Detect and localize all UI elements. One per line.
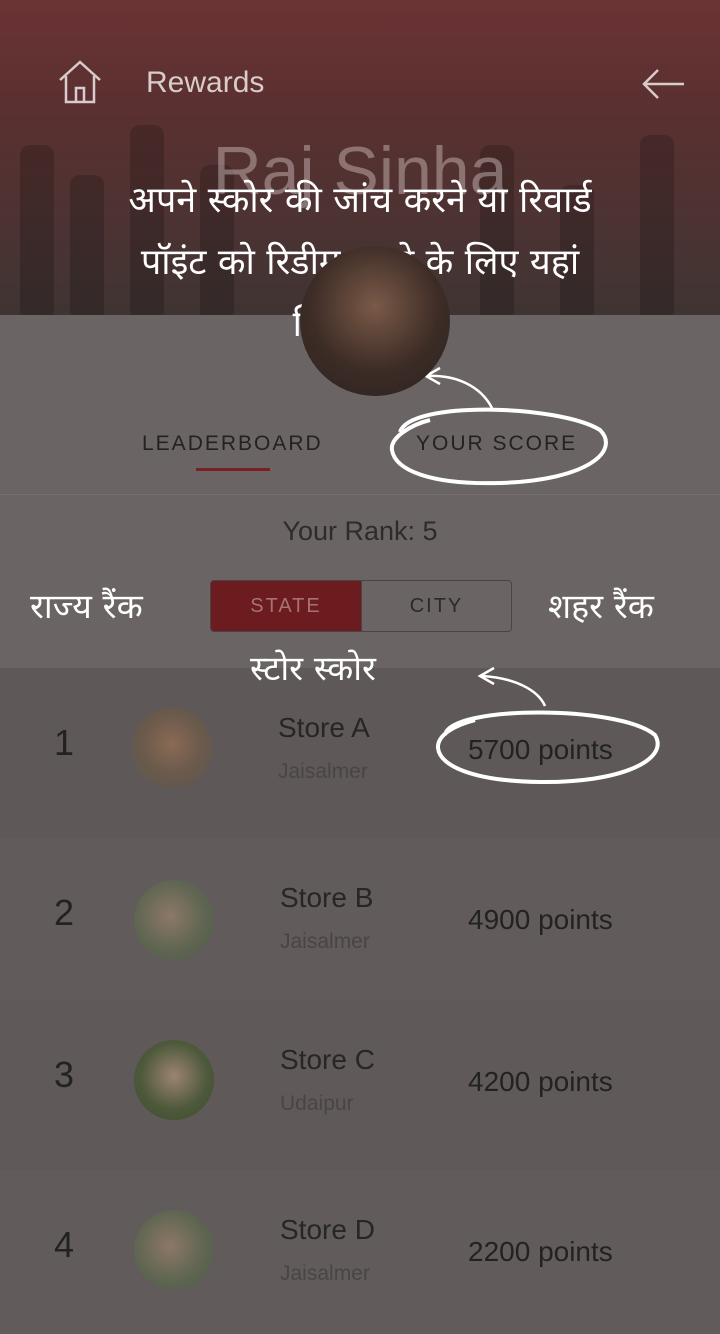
state-segment-button[interactable]: STATE: [211, 581, 361, 631]
store-points: 4200 points: [468, 1066, 613, 1097]
back-arrow-icon[interactable]: [640, 64, 688, 104]
store-city: Udaipur: [280, 1092, 354, 1115]
store-name: Store A: [278, 712, 370, 743]
store-name: Store D: [280, 1214, 375, 1245]
page-title: Rewards: [146, 66, 265, 99]
store-avatar: [134, 1210, 214, 1290]
list-item[interactable]: 2 Store B Jaisalmer 4900 points: [0, 838, 720, 1001]
list-item[interactable]: 1 Store A Jaisalmer 5700 points: [0, 668, 720, 839]
list-item[interactable]: 4 Store D Jaisalmer 2200 points: [0, 1170, 720, 1334]
store-city: Jaisalmer: [280, 1262, 370, 1285]
active-tab-indicator: [196, 468, 270, 471]
store-points: 2200 points: [468, 1236, 613, 1267]
tab-bar: LEADERBOARD YOUR SCORE: [0, 420, 720, 495]
annotation-state-rank: राज्य रैंक: [30, 587, 143, 627]
rank-number: 4: [54, 1224, 75, 1265]
state-city-toggle: STATE CITY: [210, 580, 512, 632]
tab-leaderboard[interactable]: LEADERBOARD: [142, 432, 323, 456]
tab-your-score[interactable]: YOUR SCORE: [416, 432, 577, 456]
store-avatar: [134, 880, 214, 960]
store-points: 5700 points: [468, 734, 613, 765]
store-name: Store B: [280, 882, 374, 913]
store-points: 4900 points: [468, 904, 613, 935]
profile-avatar: [300, 246, 450, 396]
store-city: Jaisalmer: [280, 930, 370, 953]
rewards-screen: Rewards Raj Sinha LEADERBOARD YOUR SCORE…: [0, 0, 720, 1334]
store-city: Jaisalmer: [278, 760, 368, 783]
rank-number: 1: [54, 722, 75, 763]
list-item[interactable]: 3 Store C Udaipur 4200 points: [0, 1000, 720, 1171]
store-name: Store C: [280, 1044, 375, 1075]
rank-number: 2: [54, 892, 75, 933]
annotation-city-rank: शहर रैंक: [548, 587, 654, 627]
annotation-store-score: स्टोर स्कोर: [250, 649, 376, 689]
store-avatar: [134, 1040, 214, 1120]
home-icon[interactable]: [56, 58, 104, 106]
your-rank-text: Your Rank: 5: [282, 516, 438, 546]
app-bar: Rewards: [0, 40, 720, 130]
city-segment-button[interactable]: CITY: [361, 581, 511, 631]
rank-number: 3: [54, 1054, 75, 1095]
store-avatar: [132, 708, 212, 788]
